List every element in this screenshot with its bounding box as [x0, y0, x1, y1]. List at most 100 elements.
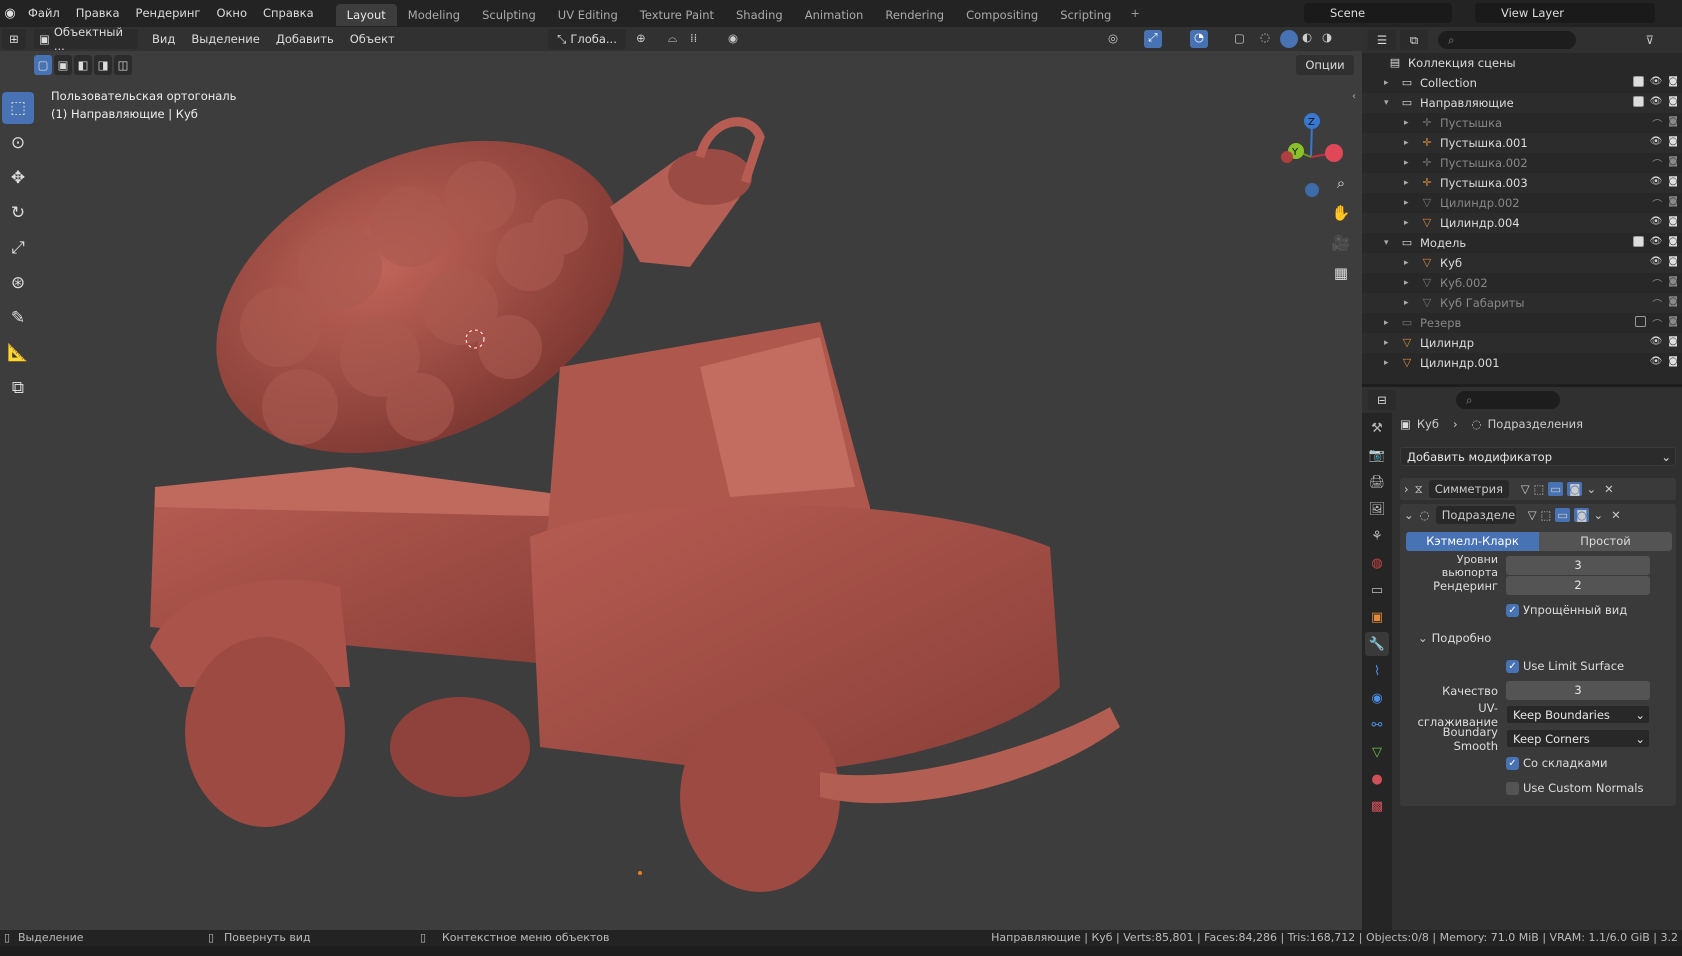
chevron-right-icon[interactable]: › [1404, 482, 1409, 496]
snap-icon[interactable]: ⌓ [668, 31, 677, 46]
options-dropdown[interactable]: Опции [1296, 55, 1354, 75]
shading-wireframe-icon[interactable]: ◌ [1260, 30, 1270, 44]
expand-closed-icon[interactable]: ▸ [1404, 258, 1409, 268]
custom-normals-row[interactable]: Use Custom Normals [1400, 779, 1676, 798]
select-subtract-icon[interactable]: ◧ [74, 55, 92, 75]
collection-tab-icon[interactable]: ▭ [1365, 578, 1389, 602]
annotate-tool-icon[interactable]: ✎ [2, 302, 34, 334]
expand-closed-icon[interactable]: ▸ [1404, 298, 1409, 308]
symmetry-modifier-header[interactable]: › ⧖ Симметрия ▽ ⬚ ▭ ◙ ⌄ ✕ [1400, 478, 1676, 500]
checkbox-checked-icon[interactable]: ✓ [1506, 604, 1519, 617]
eye-closed-icon[interactable]: ⌒ [1652, 316, 1662, 331]
display-mode-icon[interactable]: ⧉ [1400, 30, 1428, 50]
close-icon[interactable]: ✕ [1611, 508, 1621, 522]
select-invert-icon[interactable]: ◨ [94, 55, 112, 75]
viewport-menu-item[interactable]: Объект [342, 32, 403, 46]
camera-icon[interactable]: ◙ [1668, 356, 1678, 367]
select-intersect-icon[interactable]: ◫ [114, 55, 132, 75]
outliner-row[interactable]: ▸ ▽ Куб.002 ⌒ ◙ [1362, 273, 1682, 293]
outliner-row[interactable]: ▸ ✛ Пустышка ⌒ ◙ [1362, 113, 1682, 133]
camera-icon[interactable]: ◙ [1668, 116, 1678, 131]
use-creases-row[interactable]: ✓ Со складками [1400, 754, 1676, 773]
outliner-row[interactable]: ▾ ▭ Модель 👁 ◙ [1362, 233, 1682, 253]
world-tab-icon[interactable]: ◍ [1365, 551, 1389, 575]
camera-icon[interactable]: ◙ [1668, 136, 1678, 147]
eye-icon[interactable]: 👁 [1650, 256, 1663, 267]
render-levels-field[interactable]: 2 [1506, 576, 1650, 595]
expand-closed-icon[interactable]: ▸ [1384, 358, 1389, 368]
physics-tab-icon[interactable]: ◉ [1365, 686, 1389, 710]
view-layer-selector[interactable]: View Layer [1475, 3, 1655, 23]
exclude-checkbox[interactable] [1635, 316, 1647, 327]
camera-icon[interactable]: ◙ [1668, 156, 1678, 171]
shading-solid-icon[interactable] [1280, 30, 1298, 48]
outliner-search-input[interactable]: ⌕ [1438, 31, 1576, 49]
tab-workspace[interactable]: Rendering [874, 4, 955, 26]
modifier-tab-icon[interactable]: 🔧 [1365, 632, 1389, 656]
cage-icon[interactable]: ⬚ [1541, 508, 1552, 522]
select-new-icon[interactable]: ▢ [34, 55, 52, 75]
properties-editor-icon[interactable]: ⊟ [1368, 390, 1396, 410]
camera-icon[interactable]: ◙ [1668, 236, 1678, 247]
checkbox-unchecked-icon[interactable] [1506, 782, 1519, 795]
outliner-row[interactable]: ▸ ✛ Пустышка.003 👁 ◙ [1362, 173, 1682, 193]
eye-icon[interactable]: 👁 [1650, 136, 1663, 147]
add-cube-tool-icon[interactable]: ⧉ [2, 372, 34, 404]
transform-tool-icon[interactable]: ⊛ [2, 267, 34, 299]
chevron-down-icon[interactable]: ⌄ [1404, 508, 1414, 522]
render-display-icon[interactable]: ◙ [1574, 508, 1590, 522]
visibility-icon[interactable]: ◎ [1108, 31, 1118, 45]
outliner-row[interactable]: ▸ ▽ Цилиндр.004 👁 ◙ [1362, 213, 1682, 233]
add-workspace-button[interactable]: + [1122, 0, 1148, 27]
cursor-tool-icon[interactable]: ⊙ [2, 127, 34, 159]
tab-workspace[interactable]: Layout [335, 4, 397, 26]
properties-search-input[interactable]: ⌕ [1456, 391, 1560, 409]
camera-icon[interactable]: ◙ [1668, 176, 1678, 187]
boundary-smooth-dropdown[interactable]: Keep Corners ⌄ [1506, 729, 1650, 748]
expand-closed-icon[interactable]: ▸ [1404, 178, 1409, 188]
outliner-row[interactable]: ▸ ▭ Collection 👁 ◙ [1362, 73, 1682, 93]
exclude-checkbox[interactable] [1632, 96, 1644, 107]
tab-workspace[interactable]: Scripting [1049, 4, 1122, 26]
tab-workspace[interactable]: Compositing [955, 4, 1049, 26]
outliner-row[interactable]: ▸ ✛ Пустышка.002 ⌒ ◙ [1362, 153, 1682, 173]
expand-closed-icon[interactable]: ▸ [1404, 118, 1409, 128]
menu-item[interactable]: Правка [68, 0, 128, 27]
viewport-display-icon[interactable]: ▭ [1548, 482, 1564, 496]
subdivision-name-field[interactable]: Подразделе... [1435, 506, 1516, 524]
edit-mode-icon[interactable]: ▽ [1528, 508, 1537, 522]
exclude-checkbox[interactable] [1632, 236, 1644, 247]
eye-icon[interactable]: 👁 [1650, 176, 1663, 187]
expand-closed-icon[interactable]: ▸ [1404, 218, 1409, 228]
viewport-menu-item[interactable]: Выделение [183, 32, 268, 46]
quality-field[interactable]: 3 [1506, 681, 1650, 700]
camera-icon[interactable]: ◙ [1668, 256, 1678, 267]
select-tool-icon[interactable]: ⬚ [2, 92, 34, 124]
scene-selector[interactable]: Scene [1304, 3, 1452, 23]
filter-icon[interactable]: ⊽ [1646, 33, 1654, 47]
expand-closed-icon[interactable]: ▸ [1384, 78, 1389, 88]
viewport-menu-item[interactable]: Добавить [268, 32, 342, 46]
camera-icon[interactable]: ◙ [1668, 336, 1678, 347]
outliner-row[interactable]: ▸ ▽ Куб 👁 ◙ [1362, 253, 1682, 273]
menu-item[interactable]: Рендеринг [128, 0, 209, 27]
outliner-editor-icon[interactable]: ☰ [1368, 30, 1396, 50]
outliner-row[interactable]: ▸ ▽ Цилиндр 👁 ◙ [1362, 333, 1682, 353]
cage-icon[interactable]: ⬚ [1534, 482, 1545, 496]
levels-viewport-field[interactable]: 3 [1506, 556, 1650, 575]
outliner-row[interactable]: ▸ ▽ Цилиндр.002 ⌒ ◙ [1362, 193, 1682, 213]
checkbox-checked-icon[interactable]: ✓ [1506, 660, 1519, 673]
rotate-tool-icon[interactable]: ↻ [2, 197, 34, 229]
scene-collection-row[interactable]: ▤ Коллекция сцены [1362, 53, 1682, 73]
symmetry-name-field[interactable]: Симметрия [1428, 480, 1509, 498]
advanced-section-header[interactable]: ⌄ Подробно [1400, 629, 1676, 648]
editor-type-icon[interactable]: ⊞ [2, 29, 26, 49]
zoom-icon[interactable]: ⌕ [1328, 170, 1354, 196]
optimal-display-row[interactable]: ✓ Упрощённый вид [1400, 601, 1676, 620]
tab-workspace[interactable]: Shading [725, 4, 794, 26]
camera-icon[interactable]: ◙ [1668, 76, 1678, 87]
menu-item[interactable]: Справка [255, 0, 322, 27]
texture-tab-icon[interactable]: ▩ [1365, 794, 1389, 818]
move-tool-icon[interactable]: ✥ [2, 162, 34, 194]
expand-closed-icon[interactable]: ▸ [1404, 278, 1409, 288]
